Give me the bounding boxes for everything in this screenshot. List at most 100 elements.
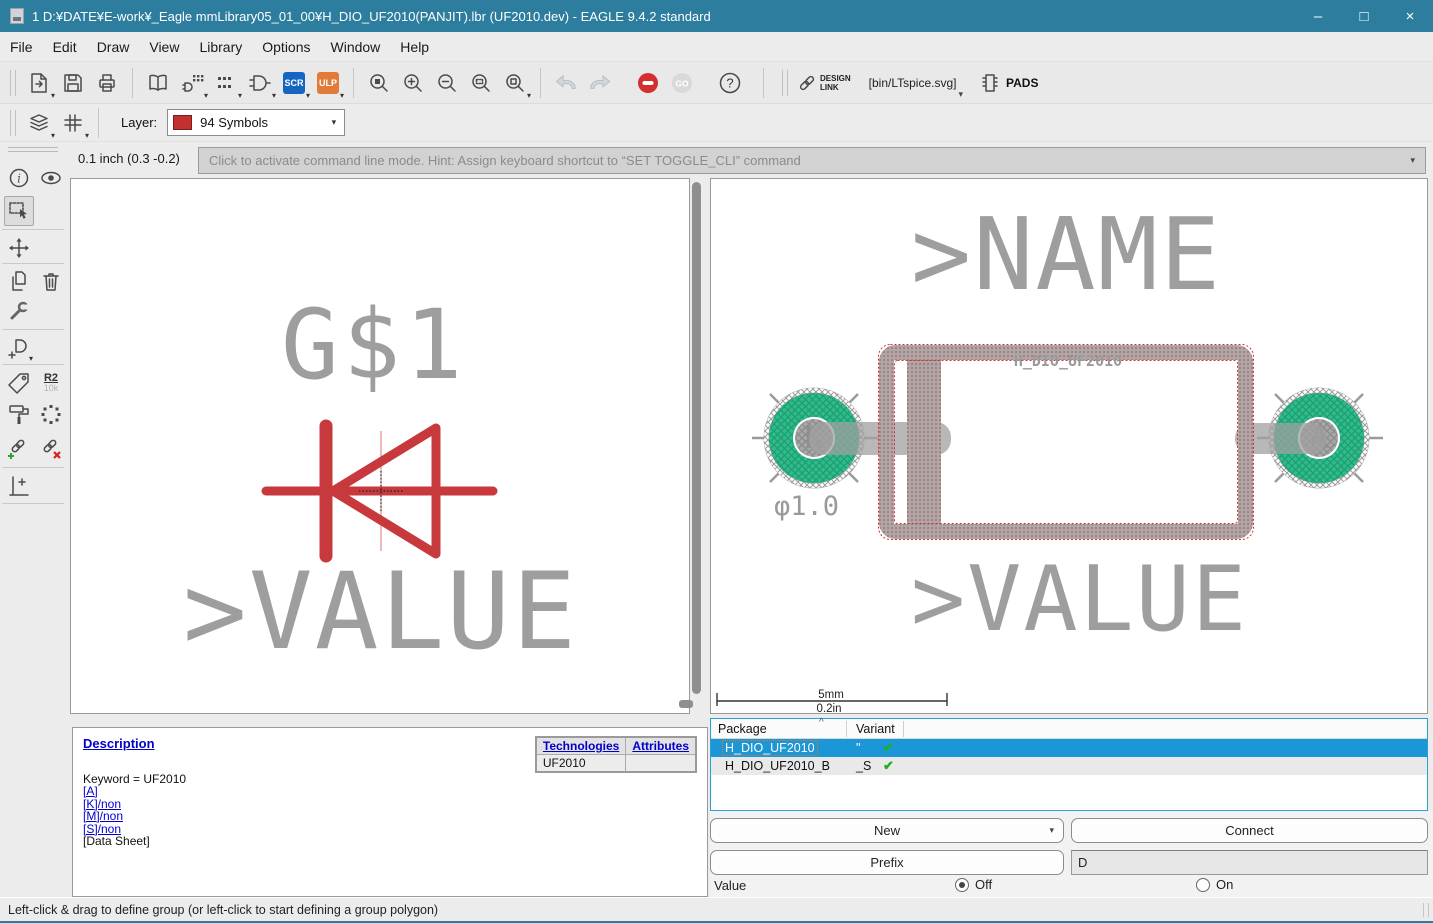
palette-separator bbox=[2, 503, 64, 504]
copy-tool[interactable] bbox=[4, 266, 34, 296]
add-gate-tool[interactable]: ▾ bbox=[4, 333, 34, 363]
edit-package-button[interactable]: ▾ bbox=[209, 66, 243, 100]
table-row[interactable]: H_DIO_UF2010_B _S ✔ bbox=[711, 757, 1427, 775]
connected-check-icon: ✔ bbox=[883, 740, 894, 755]
canvas-splitter-scrollbar[interactable] bbox=[692, 182, 701, 694]
menu-file[interactable]: File bbox=[0, 34, 43, 60]
group-select-tool[interactable] bbox=[4, 196, 34, 226]
name-tool[interactable] bbox=[4, 368, 34, 398]
table-row[interactable]: H_DIO_UF2010 " ✔ bbox=[711, 739, 1427, 757]
menu-library[interactable]: Library bbox=[189, 34, 252, 60]
close-button[interactable]: × bbox=[1387, 0, 1433, 32]
maximize-button[interactable]: □ bbox=[1341, 0, 1387, 32]
value-on-option[interactable]: On bbox=[1196, 877, 1233, 892]
menu-view[interactable]: View bbox=[139, 34, 189, 60]
grid-button[interactable]: ▾ bbox=[56, 106, 90, 140]
package-variant-tool[interactable] bbox=[36, 399, 66, 429]
layer-select-value: 94 Symbols bbox=[200, 115, 269, 130]
pads-export-button[interactable]: PADS bbox=[979, 66, 1038, 100]
connect-tool[interactable] bbox=[4, 434, 34, 464]
variant-column-header[interactable]: Variant bbox=[856, 722, 895, 736]
go-button[interactable]: GO bbox=[665, 66, 699, 100]
library-button[interactable] bbox=[141, 66, 175, 100]
delete-tool[interactable] bbox=[36, 266, 66, 296]
prefix-value: D bbox=[1078, 855, 1088, 870]
info-tool[interactable]: i bbox=[4, 163, 34, 193]
toolbar-grip[interactable] bbox=[10, 69, 16, 96]
zoom-out-button[interactable] bbox=[430, 66, 464, 100]
redo-button[interactable] bbox=[583, 66, 617, 100]
layer-select[interactable]: 94 Symbols ▾ bbox=[167, 109, 346, 136]
canvas-scrollbar-nub[interactable] bbox=[679, 700, 693, 708]
menu-edit[interactable]: Edit bbox=[43, 34, 87, 60]
device-controls-panel: New ▾ Connect Prefix D Value Off On bbox=[710, 811, 1433, 897]
command-line-input[interactable]: Click to activate command line mode. Hin… bbox=[198, 147, 1426, 174]
edit-symbol-button[interactable]: ▾ bbox=[243, 66, 277, 100]
attributes-link[interactable]: Attributes bbox=[632, 739, 689, 753]
resize-grip[interactable] bbox=[1423, 902, 1429, 917]
toolbar-grip[interactable] bbox=[782, 69, 788, 96]
move-tool[interactable] bbox=[4, 233, 34, 263]
palette-separator bbox=[2, 467, 64, 468]
edit-device-button[interactable]: ▾ bbox=[175, 66, 209, 100]
column-divider[interactable] bbox=[846, 721, 847, 737]
value-tool-label-bottom: 10k bbox=[43, 383, 59, 393]
ulp-button[interactable]: ULP ▾ bbox=[311, 66, 345, 100]
new-package-button[interactable]: New ▾ bbox=[710, 818, 1064, 843]
undo-button[interactable] bbox=[549, 66, 583, 100]
dropdown-caret-icon: ▾ bbox=[526, 90, 531, 100]
zoom-fit-button[interactable] bbox=[362, 66, 396, 100]
dropdown-caret-icon: ▾ bbox=[331, 117, 337, 127]
ulp-icon: ULP bbox=[317, 71, 339, 94]
palette-grip[interactable] bbox=[8, 147, 58, 152]
layer-settings-button[interactable]: ▾ bbox=[22, 106, 56, 140]
value-tool[interactable]: R2 10k bbox=[36, 368, 66, 398]
zoom-select-button[interactable] bbox=[464, 66, 498, 100]
script-button[interactable]: SCR ▾ bbox=[277, 66, 311, 100]
help-button[interactable]: ? bbox=[713, 66, 747, 100]
menu-help[interactable]: Help bbox=[390, 34, 439, 60]
prefix-value-field[interactable]: D bbox=[1071, 850, 1428, 875]
prefix-button[interactable]: Prefix bbox=[710, 850, 1064, 875]
value-on-label: On bbox=[1216, 877, 1234, 892]
menu-window[interactable]: Window bbox=[321, 34, 391, 60]
symbol-editor-canvas[interactable]: G$1 >VALUE bbox=[70, 178, 690, 714]
palette-separator bbox=[2, 329, 64, 330]
zoom-redraw-button[interactable]: ▾ bbox=[498, 66, 532, 100]
menu-options[interactable]: Options bbox=[252, 34, 320, 60]
dropdown-caret-icon: ▾ bbox=[237, 90, 242, 100]
disconnect-tool[interactable] bbox=[36, 434, 66, 464]
toolbar-separator bbox=[98, 107, 99, 138]
show-tool[interactable] bbox=[36, 163, 66, 193]
package-column-header[interactable]: Package bbox=[718, 722, 767, 736]
palette-separator bbox=[2, 229, 64, 230]
value-on-radio[interactable] bbox=[1196, 877, 1210, 892]
ltspice-export-button[interactable]: [bin/LTspice.svg] ▾ bbox=[865, 66, 967, 100]
connect-button[interactable]: Connect bbox=[1071, 818, 1428, 843]
package-value-placeholder: >VALUE bbox=[911, 547, 1249, 652]
status-message: Left-click & drag to define group (or le… bbox=[8, 902, 439, 917]
design-link-button[interactable]: DESIGN LINK bbox=[794, 66, 855, 100]
menu-draw[interactable]: Draw bbox=[87, 34, 140, 60]
description-link[interactable]: Description bbox=[83, 736, 155, 751]
zoom-in-button[interactable] bbox=[396, 66, 430, 100]
value-option-row: Value Off On bbox=[710, 874, 1433, 897]
save-button[interactable] bbox=[56, 66, 90, 100]
value-tool-label-top: R2 bbox=[43, 372, 59, 384]
package-table-header[interactable]: Package ^ Variant bbox=[711, 717, 1427, 739]
stop-button[interactable] bbox=[631, 66, 665, 100]
minimize-button[interactable]: – bbox=[1295, 0, 1341, 32]
dimension-tool[interactable] bbox=[4, 471, 34, 501]
package-cell: H_DIO_UF2010 bbox=[722, 740, 818, 756]
layerbar-grip[interactable] bbox=[10, 109, 16, 136]
technologies-link[interactable]: Technologies bbox=[543, 739, 619, 753]
value-off-option[interactable]: Off bbox=[955, 877, 992, 892]
value-off-radio[interactable] bbox=[955, 877, 969, 892]
ltspice-label: [bin/LTspice.svg] bbox=[868, 75, 957, 90]
package-preview-canvas[interactable]: >NAME H_DIO_UF2010 φ1.0 5mm 0.2in >VALUE bbox=[710, 178, 1428, 714]
technology-tool[interactable] bbox=[4, 399, 34, 429]
open-file-button[interactable]: ▾ bbox=[22, 66, 56, 100]
print-button[interactable] bbox=[90, 66, 124, 100]
column-divider[interactable] bbox=[903, 721, 904, 737]
change-tool[interactable] bbox=[4, 296, 34, 326]
